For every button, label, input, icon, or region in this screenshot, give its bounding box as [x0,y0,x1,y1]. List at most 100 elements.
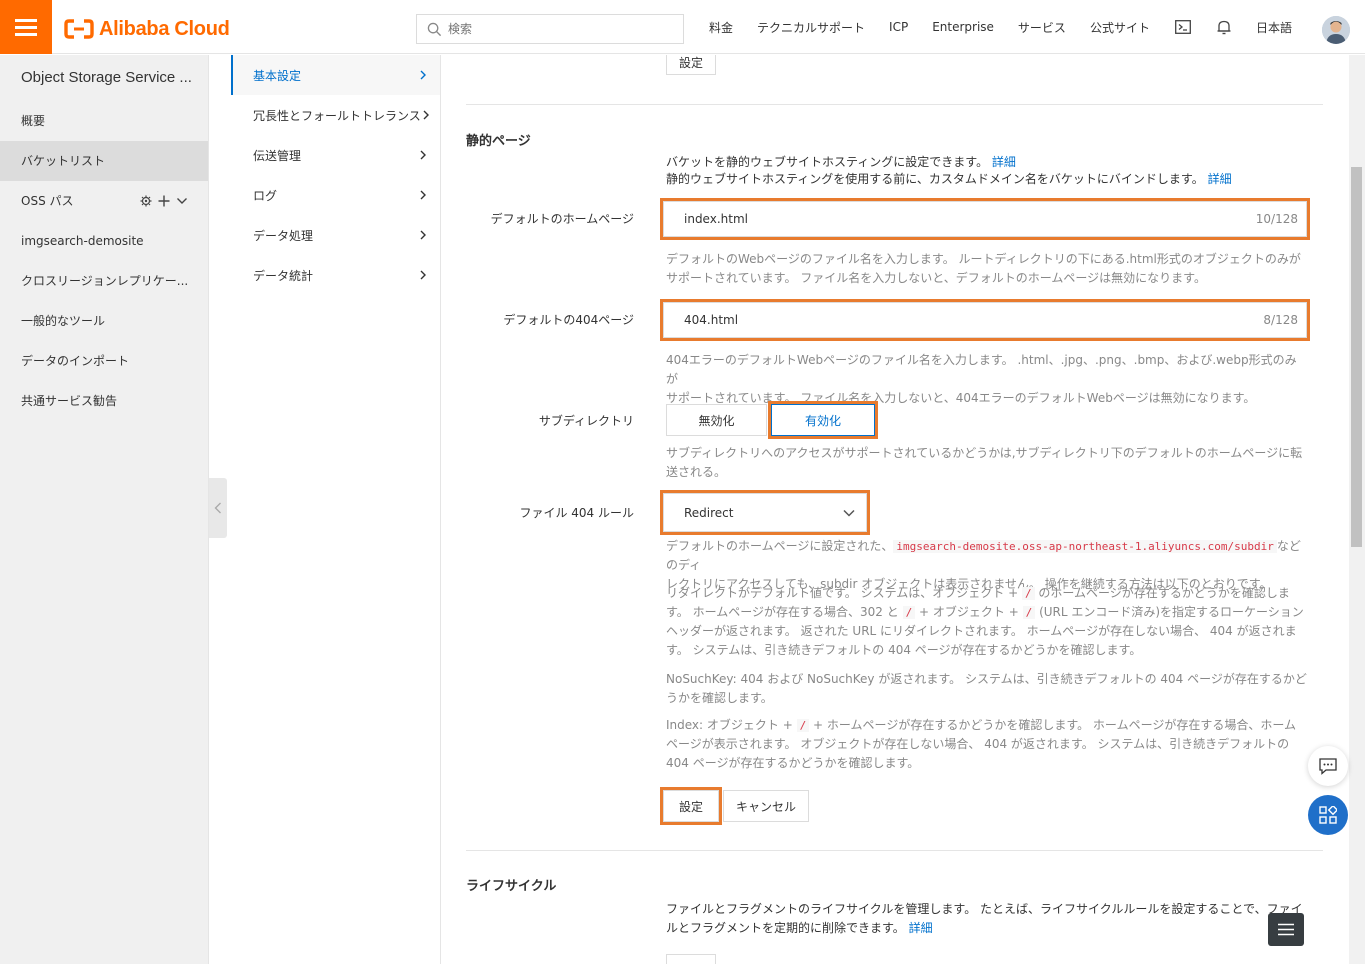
floating-menu-button[interactable] [1268,913,1304,946]
hamburger-icon [15,17,37,38]
rule404-help-redirect: リダイレクトがデフォルト値です。 システムは、オブジェクト + / のホームペー… [666,584,1308,660]
help-line: デフォルトのWebページのファイル名を入力します。 ルートディレクトリの下にある… [666,252,1301,266]
user-avatar[interactable] [1322,16,1350,44]
language-switcher[interactable]: 日本語 [1244,19,1304,36]
service-title: Object Storage Service ... [21,69,192,86]
homepage-label: デフォルトのホームページ [490,212,634,226]
sidebar-item-bucket-list[interactable]: バケットリスト [0,141,208,181]
rule404-label: ファイル 404 ルール [519,506,634,520]
rule404-help-nosuchkey: NoSuchKey: 404 および NoSuchKey が返されます。 システ… [666,670,1308,708]
sidebar-item-advisor[interactable]: 共通サービス勧告 [0,381,208,421]
homepage-field[interactable]: 10/128 [660,198,1310,240]
help-text: + ホームページが存在するかどうかを確認します。 ホームページが存在する場合、ホ… [813,718,1296,732]
menu-item-label: データ処理 [253,228,314,243]
detail-link[interactable]: 詳細 [909,921,933,935]
desc-line: バケットを静的ウェブサイトホスティングに設定できます。 [666,155,989,169]
chevron-right-icon [420,270,426,280]
sidebar-item-tools[interactable]: 一般的なツール [0,301,208,341]
static-page-description: バケットを静的ウェブサイトホスティングに設定できます。 詳細 静的ウェブサイトホ… [666,154,1232,188]
subdir-help: サブディレクトリへのアクセスがサポートされているかどうかは,サブディレクトリ下の… [666,444,1308,482]
homepage-input[interactable] [684,212,1256,226]
help-text: す。 ホームページが存在する場合、302 と [666,605,899,619]
lifecycle-settings-button[interactable] [666,954,716,964]
list-icon [1278,923,1294,936]
settings-menu: 基本設定 冗長性とフォールトトレランス 伝送管理 ログ データ処理 データ統計 [231,55,441,964]
gear-icon[interactable] [140,195,152,207]
chevron-right-icon [423,110,429,120]
search-input[interactable] [448,22,648,36]
main-menu-button[interactable] [0,0,52,54]
brand-name: Alibaba Cloud [99,17,230,40]
help-text: デフォルトのホームページに設定された、 [666,539,894,553]
menu-item-transfer[interactable]: 伝送管理 [231,135,440,175]
nav-services[interactable]: サービス [1006,19,1078,36]
nav-tech-support[interactable]: テクニカルサポート [745,19,877,36]
desc-line: 静的ウェブサイトホスティングを使用する前に、カスタムドメイン名をバケットにバイン… [666,172,1204,186]
notification-button[interactable] [1204,19,1244,35]
lifecycle-description: ファイルとフラグメントのライフサイクルを管理します。 たとえば、ライフサイクルル… [666,900,1308,938]
detail-link[interactable]: 詳細 [1208,172,1232,186]
chat-button[interactable] [1308,746,1348,786]
terminal-button[interactable] [1162,20,1204,34]
menu-item-logs[interactable]: ログ [231,175,440,215]
save-button[interactable]: 設定 [660,787,722,825]
top-settings-button[interactable]: 設定 [666,55,716,75]
slash-code: / [796,719,810,732]
scrollbar-thumb[interactable] [1351,167,1362,547]
menu-item-label: 伝送管理 [253,148,302,163]
menu-item-redundancy[interactable]: 冗長性とフォールトトレランス [231,95,440,135]
chevron-down-icon [843,509,855,517]
menu-item-label: ログ [253,188,278,203]
sidebar-item-overview[interactable]: 概要 [0,101,208,141]
help-text: + オブジェクト + [919,605,1019,619]
help-line: うかを確認します。 [666,691,773,705]
sidebar-item-cross-region[interactable]: クロスリージョンレプリケー... [0,261,208,301]
example-url-code: imgsearch-demosite.oss-ap-northeast-1.al… [893,540,1277,553]
search-box[interactable] [416,14,684,44]
rule404-select[interactable]: Redirect [660,490,870,535]
page404-input[interactable] [684,313,1264,327]
chevron-right-icon [420,150,426,160]
desc-line: ファイルとフラグメントのライフサイクルを管理します。 たとえば、ライフサイクルル… [666,902,1303,916]
page404-field[interactable]: 8/128 [660,299,1310,341]
cancel-button[interactable]: キャンセル [723,790,809,822]
grid-icon [1319,806,1337,824]
sidebar-item-bucket[interactable]: imgsearch-demosite [0,221,208,261]
homepage-char-count: 10/128 [1255,212,1298,226]
help-text: Index: オブジェクト + [666,718,793,732]
subdir-enable-option[interactable]: 有効化 [768,401,878,439]
menu-item-label: データ統計 [253,268,314,283]
help-line: 送される。 [666,465,727,479]
brand-logo[interactable]: Alibaba Cloud [64,17,230,41]
detail-link[interactable]: 詳細 [992,155,1016,169]
sidebar-collapse-handle[interactable] [209,478,227,538]
nav-icp[interactable]: ICP [877,20,920,34]
section-divider [466,104,1323,105]
slash-code: / [902,606,916,619]
subdir-disable-option[interactable]: 無効化 [666,404,767,436]
menu-item-basic-settings[interactable]: 基本設定 [231,55,440,95]
menu-item-data-processing[interactable]: データ処理 [231,215,440,255]
nav-official-site[interactable]: 公式サイト [1078,19,1162,36]
sidebar-item-oss-path[interactable]: OSS パス [0,181,208,221]
menu-item-label: 冗長性とフォールトトレランス [253,108,421,123]
help-line: サブディレクトリへのアクセスがサポートされているかどうかは,サブディレクトリ下の… [666,446,1303,460]
nav-enterprise[interactable]: Enterprise [920,20,1006,34]
subdir-label: サブディレクトリ [538,414,634,428]
sidebar-item-label: OSS パス [21,194,74,208]
top-bar: Alibaba Cloud 料金 テクニカルサポート ICP Enterpris… [0,0,1365,54]
oss-path-tools [140,195,188,207]
chat-icon [1319,757,1337,775]
chevron-down-icon[interactable] [176,195,188,207]
sidebar-item-data-import[interactable]: データのインポート [0,341,208,381]
page-scrollbar[interactable] [1349,55,1365,964]
nav-pricing[interactable]: 料金 [697,19,745,36]
static-page-title: 静的ページ [466,134,531,149]
apps-button[interactable] [1308,795,1348,835]
plus-icon[interactable] [158,195,170,207]
help-text: のホームページが存在するかどうかを確認しま [1038,586,1290,600]
help-line: 404 ページが存在するかどうかを確認します。 [666,756,920,770]
sidebar: Object Storage Service ... 概要 バケットリスト OS… [0,55,209,964]
menu-item-data-stats[interactable]: データ統計 [231,255,440,295]
homepage-help: デフォルトのWebページのファイル名を入力します。 ルートディレクトリの下にある… [666,250,1308,288]
